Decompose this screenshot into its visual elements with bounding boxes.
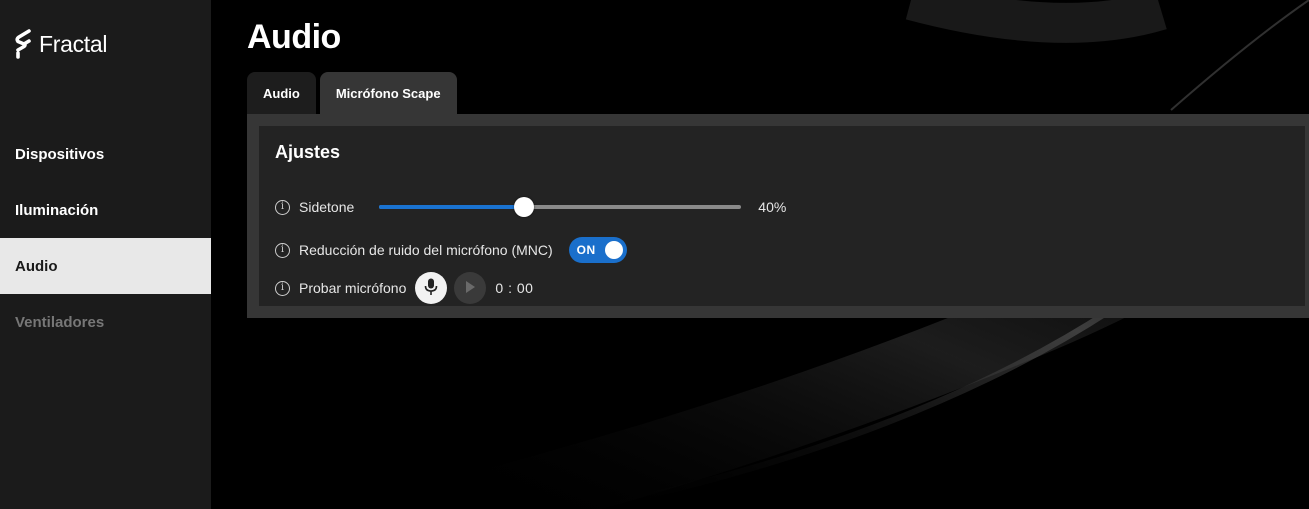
test-mic-label: Probar micrófono: [299, 280, 407, 296]
record-mic-button[interactable]: [415, 272, 448, 304]
logo-text: Fractal: [39, 30, 108, 57]
panel-title: Ajustes: [275, 142, 341, 162]
mnc-row: i Reducción de ruido del micrófono (MNC)…: [275, 237, 627, 263]
play-icon: [464, 280, 476, 297]
info-icon[interactable]: i: [275, 242, 290, 258]
main-content: Audio Audio Micrófono Scape Ajustes i Si…: [211, 0, 1309, 509]
test-mic-row: i Probar micrófono 0: 00: [275, 272, 533, 304]
app-window: Fractal Dispositivos Iluminación Audio V…: [0, 0, 1309, 509]
test-mic-timer: 0 : 00: [495, 280, 534, 296]
mnc-label: Reducción de ruido del micrófono (MNC): [299, 242, 553, 258]
settings-panel-body: Ajustes i Sidetone 40% i Reducción de ru…: [259, 126, 1305, 306]
sidetone-slider-fill: [379, 205, 525, 209]
toggle-knob: [604, 241, 623, 259]
sidetone-value: 40%: [758, 199, 787, 215]
mnc-toggle-label: ON: [576, 243, 596, 257]
sidebar: Fractal Dispositivos Iluminación Audio V…: [0, 0, 211, 509]
sidebar-item-iluminacion[interactable]: Iluminación: [0, 182, 211, 238]
info-icon[interactable]: i: [275, 199, 290, 215]
play-recording-button[interactable]: [454, 272, 487, 304]
sidetone-label: Sidetone: [299, 199, 355, 215]
sidebar-item-audio[interactable]: Audio: [0, 238, 211, 294]
logo: Fractal: [15, 28, 108, 60]
sidebar-item-dispositivos[interactable]: Dispositivos: [0, 126, 211, 182]
tab-bar: Audio Micrófono Scape: [247, 72, 457, 114]
mnc-toggle[interactable]: ON: [568, 237, 627, 263]
tab-microfono-scape[interactable]: Micrófono Scape: [319, 72, 457, 114]
sidebar-item-ventiladores: Ventiladores: [15, 313, 105, 331]
sidetone-row: i Sidetone 40%: [275, 197, 787, 217]
sidetone-slider-thumb[interactable]: [514, 197, 535, 217]
microphone-icon: [424, 278, 438, 299]
settings-panel: Ajustes i Sidetone 40% i Reducción de ru…: [247, 114, 1309, 318]
sidetone-slider[interactable]: [379, 197, 742, 217]
fractal-logo-icon: [15, 29, 33, 59]
page-title: Audio: [247, 18, 341, 56]
sidebar-nav: Dispositivos Iluminación Audio Ventilado…: [0, 126, 211, 350]
info-icon[interactable]: i: [275, 280, 290, 296]
tab-audio[interactable]: Audio: [247, 72, 316, 114]
